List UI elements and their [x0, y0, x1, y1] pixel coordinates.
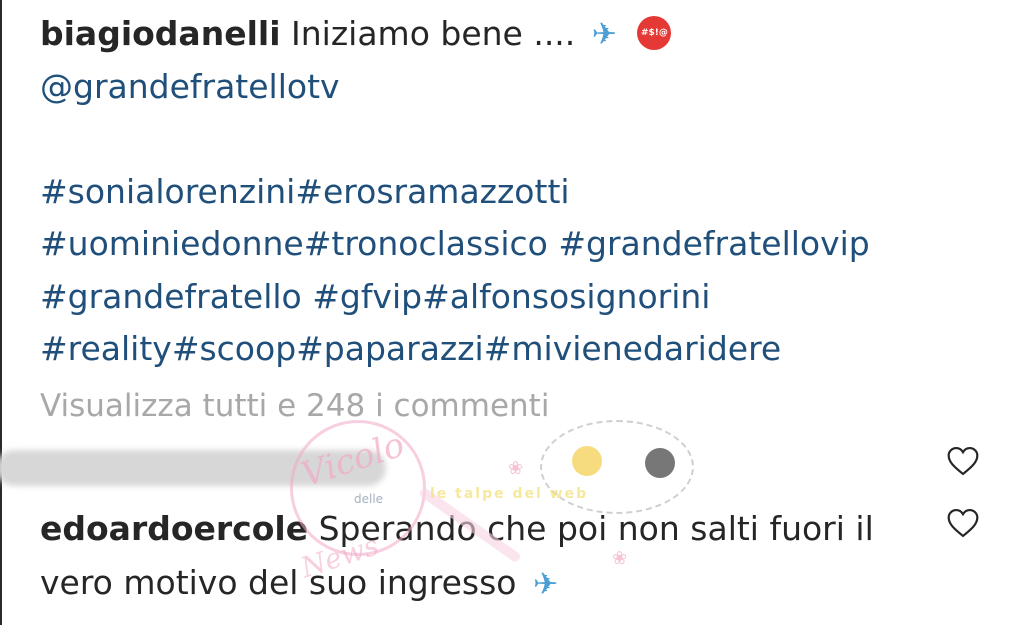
cartoon-face-icon — [572, 446, 602, 476]
view-all-comments-link[interactable]: Visualizza tutti e 248 i commenti — [40, 388, 549, 424]
comment-username[interactable]: edoardoercole — [40, 509, 308, 548]
post-caption: biagiodanelli Iniziamo bene .... ✈ #$!@ … — [40, 8, 1000, 376]
mention-link[interactable]: @grandefratellotv — [40, 61, 1000, 114]
watermark-dashed-outline — [540, 420, 694, 514]
post-username[interactable]: biagiodanelli — [40, 14, 281, 53]
hashtag-line[interactable]: #reality#scoop#paparazzi#mivienedaridere — [40, 323, 1000, 376]
caption-first-line: biagiodanelli Iniziamo bene .... ✈ #$!@ — [40, 8, 1000, 61]
redacted-comment — [0, 442, 396, 496]
hashtag-line[interactable]: #uominiedonne#tronoclassico #grandefrate… — [40, 218, 1000, 271]
cartoon-face-icon — [645, 448, 675, 478]
redaction-blur — [0, 450, 386, 486]
comment-line-2: vero motivo del suo ingresso ✈ — [40, 556, 920, 610]
caption-text: Iniziamo bene .... — [291, 14, 576, 53]
like-heart-icon[interactable] — [946, 508, 980, 538]
left-border — [0, 0, 2, 625]
comment-item: edoardoercole Sperando che poi non salti… — [40, 502, 920, 610]
hashtag-line[interactable]: #grandefratello #gfvip#alfonsosignorini — [40, 271, 1000, 324]
comment-text-continued: vero motivo del suo ingresso — [40, 563, 517, 602]
angry-symbols-face-icon: #$!@ — [637, 15, 672, 50]
airplane-icon: ✈ — [532, 566, 559, 602]
comment-line-1: edoardoercole Sperando che poi non salti… — [40, 502, 920, 556]
comment-text: Sperando che poi non salti fuori il — [318, 509, 874, 548]
watermark-secondary: le talpe del web — [430, 486, 589, 502]
paw-icon: ❀ — [508, 458, 524, 479]
airplane-icon: ✈ — [591, 17, 617, 53]
hashtag-line[interactable]: #sonialorenzini#erosramazzotti — [40, 166, 1000, 219]
like-heart-icon[interactable] — [946, 446, 980, 476]
